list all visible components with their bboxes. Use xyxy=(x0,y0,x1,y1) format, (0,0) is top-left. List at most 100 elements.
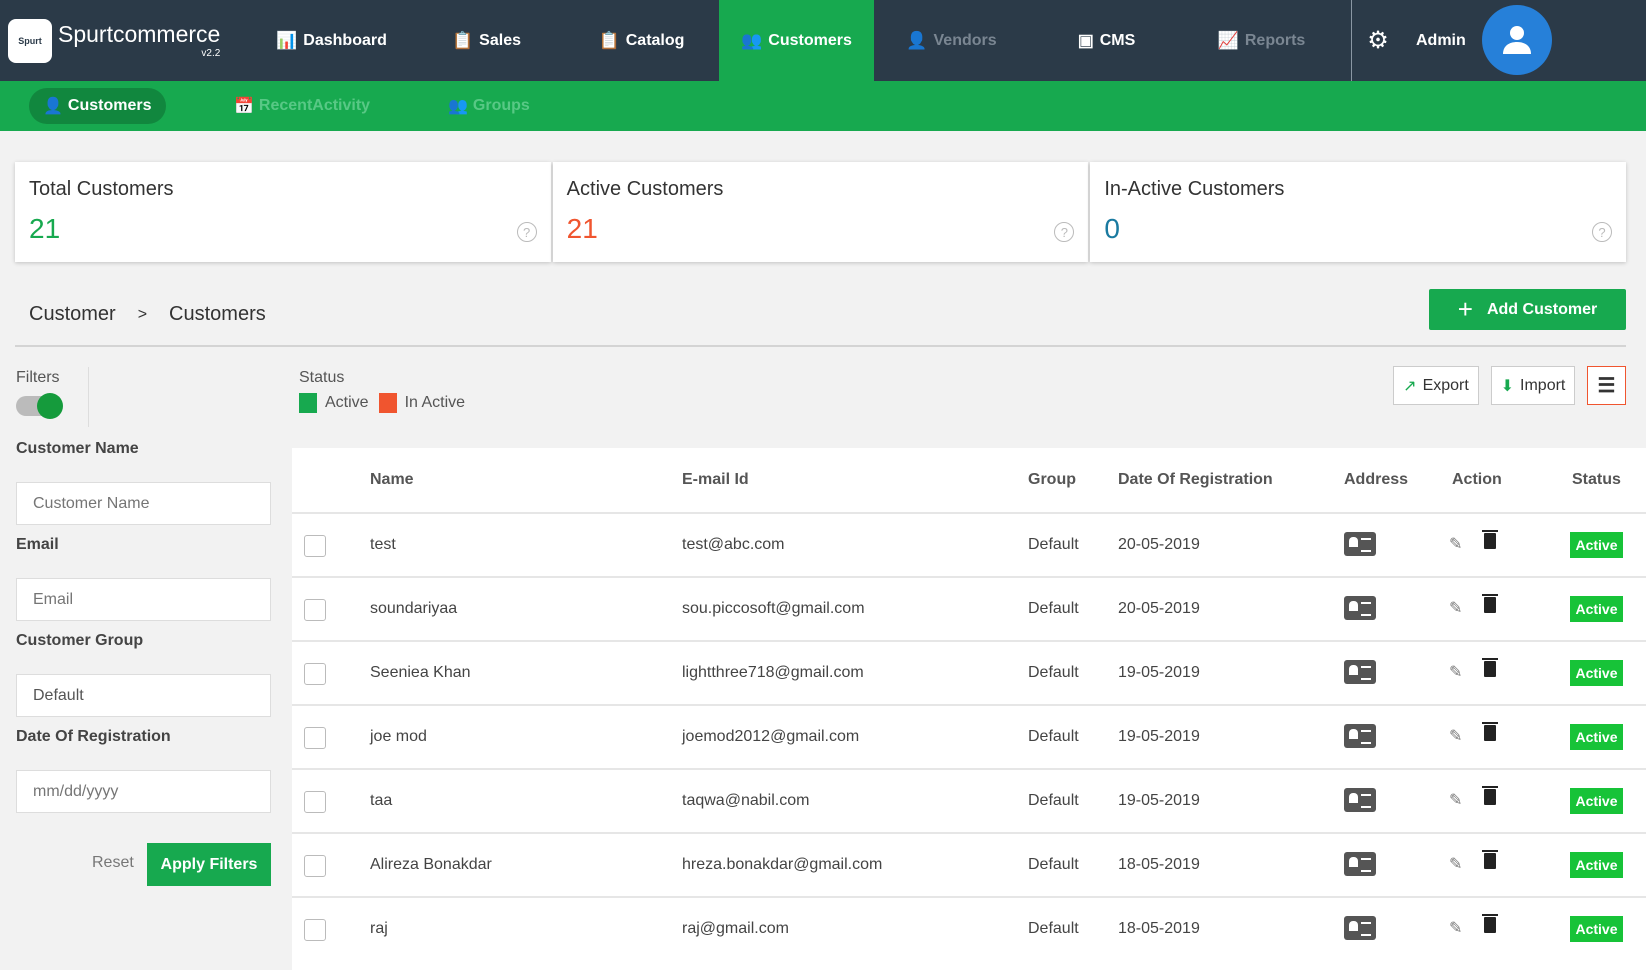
customer-name-input[interactable] xyxy=(16,482,271,525)
address-card-icon[interactable] xyxy=(1344,532,1376,556)
add-customer-button[interactable]: + Add Customer xyxy=(1429,289,1626,330)
divider xyxy=(15,345,1626,347)
address-card-icon[interactable] xyxy=(1344,660,1376,684)
cell-name: raj xyxy=(370,920,388,937)
pencil-icon[interactable]: ✎ xyxy=(1449,662,1462,682)
toggle-knob xyxy=(37,393,63,419)
calendar-icon: 📅 xyxy=(234,98,254,115)
help-icon[interactable]: ? xyxy=(1592,222,1613,242)
cell-group: Default xyxy=(1028,856,1079,873)
trash-icon[interactable] xyxy=(1482,722,1498,741)
status-badge[interactable]: Active xyxy=(1570,852,1623,878)
cell-group: Default xyxy=(1028,920,1079,937)
breadcrumb-parent[interactable]: Customer xyxy=(29,303,116,327)
row-checkbox[interactable] xyxy=(304,727,326,749)
vendor-icon: 👤 xyxy=(906,30,928,50)
nav-label: Vendors xyxy=(933,31,997,49)
reset-link[interactable]: Reset xyxy=(92,854,134,872)
trash-icon[interactable] xyxy=(1482,658,1498,677)
gear-icon[interactable]: ⚙ xyxy=(1352,0,1404,81)
address-card-icon[interactable] xyxy=(1344,916,1376,940)
status-legend: Active In Active xyxy=(299,393,465,413)
stat-total-customers: Total Customers 21 ? xyxy=(15,162,551,262)
trash-icon[interactable] xyxy=(1482,914,1498,933)
nav-cms[interactable]: ▣ CMS xyxy=(1029,0,1184,81)
row-checkbox[interactable] xyxy=(304,855,326,877)
dashboard-icon: 📊 xyxy=(276,30,298,50)
trash-icon[interactable] xyxy=(1482,850,1498,869)
trash-icon[interactable] xyxy=(1482,530,1498,549)
pencil-icon[interactable]: ✎ xyxy=(1449,534,1462,554)
plus-icon: + xyxy=(1457,294,1473,324)
filters-toggle[interactable] xyxy=(16,393,63,419)
status-badge[interactable]: Active xyxy=(1570,596,1623,622)
header-email[interactable]: E-mail Id xyxy=(682,471,749,489)
avatar[interactable] xyxy=(1482,5,1552,75)
date-label: Date Of Registration xyxy=(16,728,171,745)
nav-customers[interactable]: 👥 Customers xyxy=(719,0,874,81)
subtab-label: Customers xyxy=(67,97,152,114)
help-icon[interactable]: ? xyxy=(516,222,537,242)
trash-icon[interactable] xyxy=(1482,594,1498,613)
cell-email: lightthree718@gmail.com xyxy=(682,664,864,681)
customers-icon: 👥 xyxy=(741,30,763,50)
status-badge[interactable]: Active xyxy=(1570,532,1623,558)
subtab-groups[interactable]: 👥 Groups xyxy=(434,88,544,124)
column-menu-button[interactable]: ☰ xyxy=(1587,366,1626,405)
status-badge[interactable]: Active xyxy=(1570,660,1623,686)
admin-label[interactable]: Admin xyxy=(1404,0,1466,81)
date-input[interactable] xyxy=(16,770,271,813)
address-card-icon[interactable] xyxy=(1344,852,1376,876)
email-label: Email xyxy=(16,536,59,553)
export-button[interactable]: ↗ Export xyxy=(1393,366,1479,405)
pencil-icon[interactable]: ✎ xyxy=(1449,726,1462,746)
brand-name: Spurtcommerce xyxy=(58,20,221,47)
address-card-icon[interactable] xyxy=(1344,724,1376,748)
status-badge[interactable]: Active xyxy=(1570,724,1623,750)
nav-label: Customers xyxy=(768,31,852,49)
header-date[interactable]: Date Of Registration xyxy=(1118,471,1273,489)
cell-group: Default xyxy=(1028,536,1079,553)
row-checkbox[interactable] xyxy=(304,663,326,685)
trash-icon[interactable] xyxy=(1482,786,1498,805)
header-group[interactable]: Group xyxy=(1028,471,1076,489)
subtab-label: Groups xyxy=(472,97,530,114)
cell-email: taqwa@nabil.com xyxy=(682,792,810,809)
cell-date: 18-05-2019 xyxy=(1118,856,1200,873)
pencil-icon[interactable]: ✎ xyxy=(1449,854,1462,874)
row-checkbox[interactable] xyxy=(304,791,326,813)
user-icon: 👤 xyxy=(43,98,63,115)
reports-icon: 📈 xyxy=(1217,30,1239,50)
pencil-icon[interactable]: ✎ xyxy=(1449,598,1462,618)
breadcrumb: Customer > Customers xyxy=(29,303,266,327)
nav-catalog[interactable]: 📋 Catalog xyxy=(564,0,719,81)
import-button[interactable]: ⬇ Import xyxy=(1491,366,1575,405)
status-badge[interactable]: Active xyxy=(1570,916,1623,942)
row-checkbox[interactable] xyxy=(304,919,326,941)
email-input[interactable] xyxy=(16,578,271,621)
row-checkbox[interactable] xyxy=(304,599,326,621)
filters-label: Filters xyxy=(16,369,60,386)
address-card-icon[interactable] xyxy=(1344,788,1376,812)
status-badge[interactable]: Active xyxy=(1570,788,1623,814)
subtab-customers[interactable]: 👤 Customers xyxy=(29,88,166,124)
download-icon: ⬇ xyxy=(1500,377,1515,395)
sub-navbar: 👤 Customers 📅 RecentActivity 👥 Groups xyxy=(0,81,1646,131)
clipboard-icon: 📋 xyxy=(598,30,620,50)
cell-name: taa xyxy=(370,792,393,809)
row-checkbox[interactable] xyxy=(304,535,326,557)
pencil-icon[interactable]: ✎ xyxy=(1449,790,1462,810)
breadcrumb-current: Customers xyxy=(169,303,266,325)
nav-reports[interactable]: 📈 Reports xyxy=(1184,0,1339,81)
header-name[interactable]: Name xyxy=(370,471,414,489)
nav-vendors[interactable]: 👤 Vendors xyxy=(874,0,1029,81)
nav-dashboard[interactable]: 📊 Dashboard xyxy=(254,0,409,81)
apply-filters-button[interactable]: Apply Filters xyxy=(147,843,271,886)
pencil-icon[interactable]: ✎ xyxy=(1449,918,1462,938)
customer-group-input[interactable] xyxy=(16,674,271,717)
brand[interactable]: Spurt Spurtcommerce v2.2 xyxy=(0,0,254,81)
address-card-icon[interactable] xyxy=(1344,596,1376,620)
subtab-recent-activity[interactable]: 📅 RecentActivity xyxy=(220,88,384,124)
nav-label: CMS xyxy=(1099,31,1136,49)
nav-sales[interactable]: 📋 Sales xyxy=(409,0,564,81)
